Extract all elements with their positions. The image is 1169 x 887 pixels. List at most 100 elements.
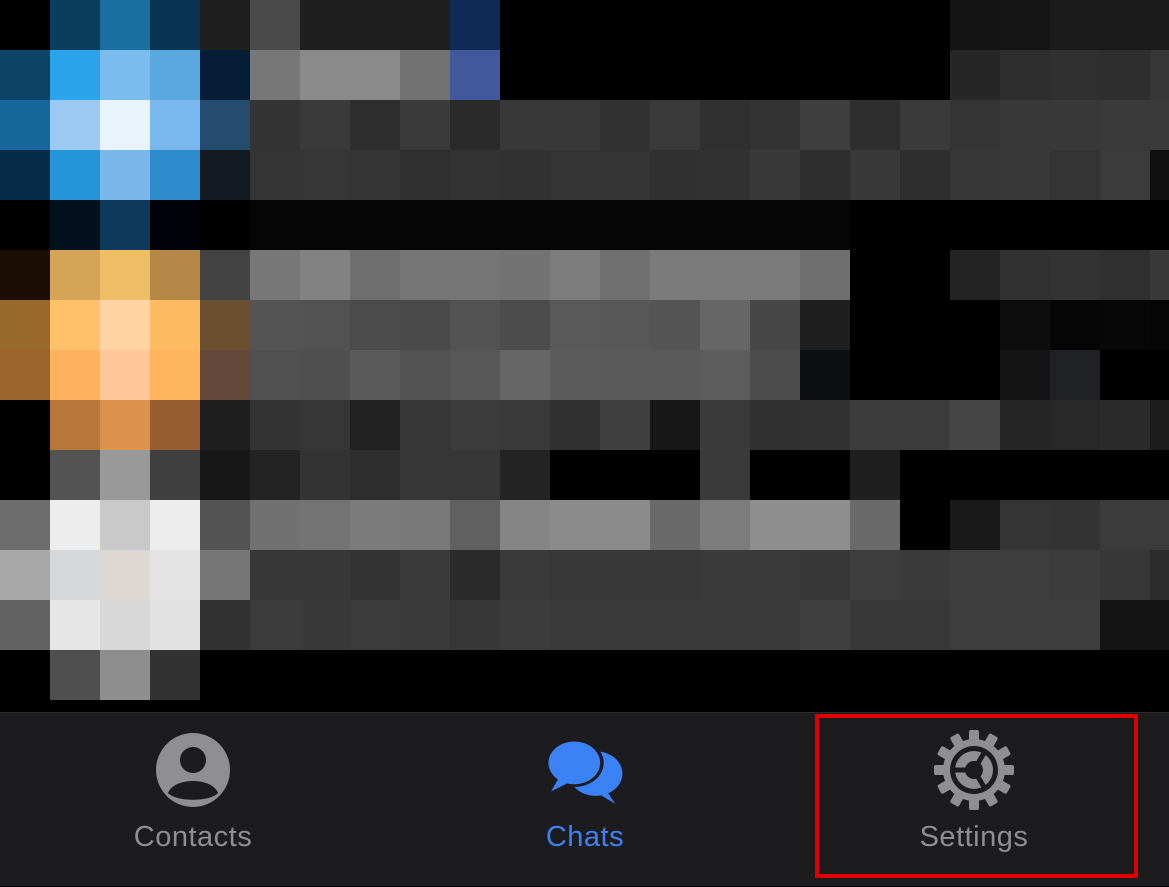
pixel-block (100, 350, 150, 400)
pixel-block (400, 450, 450, 500)
pixel-block (100, 400, 150, 450)
pixel-block (700, 350, 750, 400)
pixel-block (100, 450, 150, 500)
pixel-block (600, 150, 650, 200)
pixel-block (850, 400, 900, 450)
pixel-block (200, 450, 250, 500)
pixel-block (0, 0, 50, 50)
pixel-block (1100, 150, 1150, 200)
pixel-block (600, 300, 650, 350)
pixel-block (1100, 450, 1150, 500)
pixel-block (1100, 50, 1150, 100)
pixel-block (950, 650, 1000, 700)
pixel-block (550, 100, 600, 150)
pixel-block (600, 700, 650, 712)
pixel-block (150, 300, 200, 350)
tab-contacts-label: Contacts (133, 821, 253, 853)
pixel-block (1150, 150, 1169, 200)
pixel-block (650, 550, 700, 600)
pixel-block (950, 550, 1000, 600)
pixel-block (150, 600, 200, 650)
pixel-block (350, 350, 400, 400)
pixel-block (50, 450, 100, 500)
pixel-block (450, 250, 500, 300)
tab-chats[interactable]: Chats (495, 713, 675, 887)
pixel-block (1150, 550, 1169, 600)
pixel-block (300, 500, 350, 550)
pixel-block (450, 350, 500, 400)
pixel-block (800, 0, 850, 50)
pixel-block (250, 700, 300, 712)
pixel-block (1150, 500, 1169, 550)
pixel-block (500, 350, 550, 400)
pixel-block (550, 150, 600, 200)
pixel-block (950, 700, 1000, 712)
pixel-block (1050, 700, 1100, 712)
pixel-block (100, 250, 150, 300)
pixel-block (850, 700, 900, 712)
pixel-block (100, 100, 150, 150)
pixel-block (50, 0, 100, 50)
pixel-block (0, 250, 50, 300)
pixel-block (650, 100, 700, 150)
pixel-block (950, 500, 1000, 550)
pixel-block (350, 300, 400, 350)
pixel-block (50, 200, 100, 250)
pixel-block (700, 600, 750, 650)
pixel-block (0, 700, 50, 712)
pixel-block (800, 400, 850, 450)
tab-settings-label: Settings (919, 821, 1029, 853)
pixel-block (800, 150, 850, 200)
pixel-block (800, 100, 850, 150)
pixel-block (500, 200, 550, 250)
pixel-block (900, 600, 950, 650)
pixel-block (1050, 0, 1100, 50)
pixel-block (750, 350, 800, 400)
pixel-block (850, 50, 900, 100)
pixel-block (300, 700, 350, 712)
pixel-block (700, 100, 750, 150)
pixel-block (600, 600, 650, 650)
pixel-block (750, 500, 800, 550)
pixel-block (1150, 700, 1169, 712)
pixel-block (1100, 500, 1150, 550)
tab-settings[interactable]: Settings (884, 713, 1064, 887)
tab-contacts[interactable]: Contacts (103, 713, 283, 887)
pixel-block (100, 150, 150, 200)
pixel-block (650, 350, 700, 400)
pixel-block (300, 150, 350, 200)
pixel-block (750, 450, 800, 500)
pixel-block (50, 500, 100, 550)
pixel-block (900, 550, 950, 600)
pixel-block (450, 700, 500, 712)
pixel-block (1050, 500, 1100, 550)
pixel-block (1000, 450, 1050, 500)
pixel-block (450, 450, 500, 500)
pixel-block (600, 400, 650, 450)
pixel-block (600, 550, 650, 600)
pixel-block (1150, 400, 1169, 450)
pixel-block (100, 600, 150, 650)
pixel-block (0, 650, 50, 700)
pixel-block (1100, 250, 1150, 300)
pixel-block (0, 350, 50, 400)
pixel-block (700, 50, 750, 100)
pixel-block (1050, 600, 1100, 650)
pixel-block (300, 600, 350, 650)
pixel-block (1000, 250, 1050, 300)
pixel-block (150, 0, 200, 50)
pixel-block (150, 50, 200, 100)
pixel-block (700, 250, 750, 300)
pixel-block (800, 200, 850, 250)
pixel-block (550, 600, 600, 650)
pixel-block (300, 100, 350, 150)
tab-bar: Contacts Chats Settings (0, 712, 1169, 886)
pixel-block (400, 200, 450, 250)
pixel-block (600, 350, 650, 400)
pixel-block (850, 200, 900, 250)
pixel-block (50, 700, 100, 712)
pixel-block (900, 300, 950, 350)
pixel-block (850, 450, 900, 500)
pixel-block (1100, 400, 1150, 450)
pixel-block (300, 400, 350, 450)
